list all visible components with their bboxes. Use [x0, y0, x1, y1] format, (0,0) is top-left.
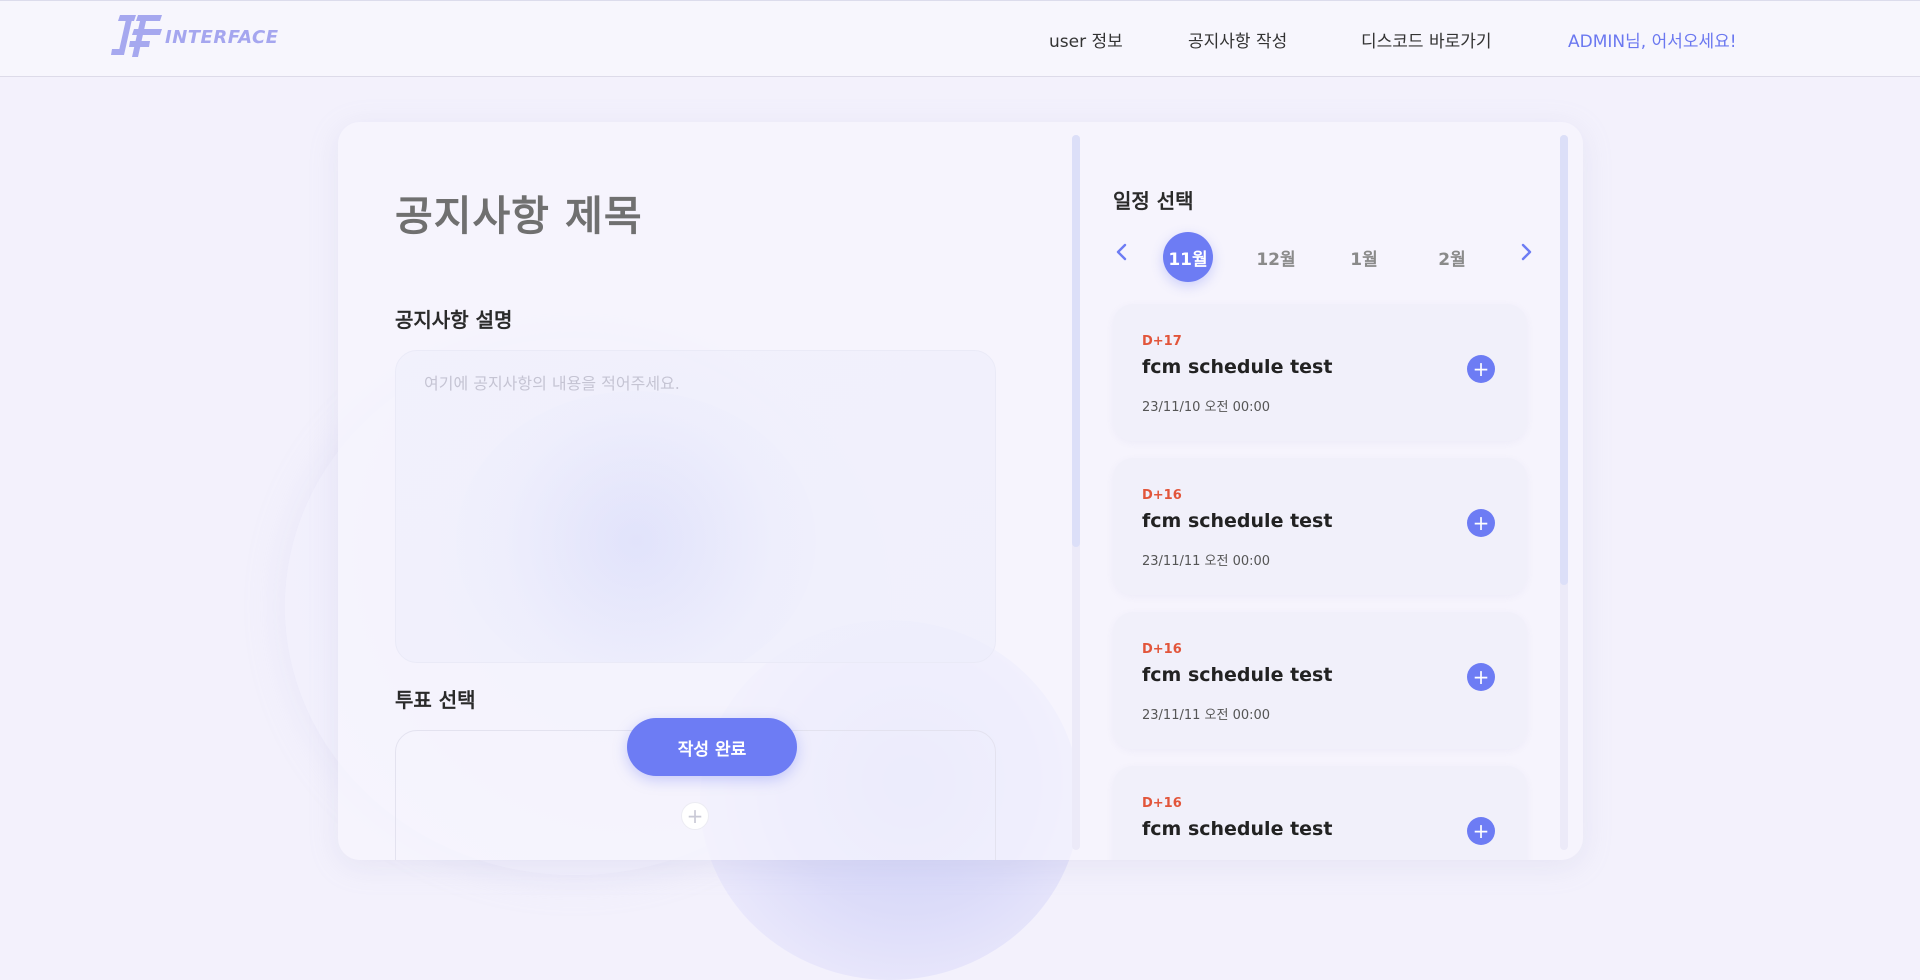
- schedule-title: fcm schedule test: [1142, 510, 1333, 532]
- logo-text: INTERFACE: [165, 27, 279, 48]
- add-schedule-button[interactable]: +: [1467, 509, 1495, 537]
- notice-title-input[interactable]: 공지사항 제목: [395, 182, 643, 242]
- month-tab-2[interactable]: 1월: [1339, 232, 1389, 282]
- schedule-item[interactable]: D+16 fcm schedule test 23/11/11 오전 00:00…: [1113, 458, 1527, 595]
- plus-icon: +: [1472, 819, 1490, 843]
- notice-form-card: 공지사항 제목 공지사항 설명 투표 선택 작성 완료 + 일정 선택 11월 …: [338, 122, 1583, 860]
- description-label: 공지사항 설명: [395, 308, 513, 332]
- add-schedule-button[interactable]: +: [1467, 663, 1495, 691]
- vote-label: 투표 선택: [395, 688, 476, 712]
- chevron-right-icon: [1521, 243, 1532, 261]
- nav-greeting[interactable]: ADMIN님, 어서오세요!: [1568, 27, 1737, 52]
- schedule-item[interactable]: D+16 fcm schedule test +: [1113, 766, 1527, 860]
- nav-write-notice[interactable]: 공지사항 작성: [1188, 27, 1287, 52]
- left-scrollbar-thumb[interactable]: [1072, 135, 1080, 547]
- left-scrollbar-track[interactable]: [1072, 135, 1080, 850]
- month-tab-3[interactable]: 2월: [1427, 232, 1477, 282]
- chevron-left-icon: [1116, 243, 1127, 261]
- schedule-dday: D+16: [1142, 488, 1182, 503]
- nav-discord-link[interactable]: 디스코드 바로가기: [1361, 27, 1492, 52]
- schedule-title: fcm schedule test: [1142, 818, 1333, 840]
- schedule-date: 23/11/11 오전 00:00: [1142, 554, 1271, 569]
- interface-logo-icon: [111, 15, 162, 57]
- plus-icon: +: [1472, 357, 1490, 381]
- description-box: [395, 350, 996, 663]
- right-scrollbar-track[interactable]: [1560, 135, 1568, 850]
- schedule-item[interactable]: D+16 fcm schedule test 23/11/11 오전 00:00…: [1113, 612, 1527, 749]
- plus-icon: +: [686, 804, 704, 828]
- add-vote-button[interactable]: +: [681, 802, 709, 830]
- plus-icon: +: [1472, 511, 1490, 535]
- schedule-date: 23/11/10 오전 00:00: [1142, 400, 1271, 415]
- schedule-title: fcm schedule test: [1142, 356, 1333, 378]
- schedule-title: fcm schedule test: [1142, 664, 1333, 686]
- schedule-date: 23/11/11 오전 00:00: [1142, 708, 1271, 723]
- next-month-button[interactable]: [1514, 240, 1538, 264]
- description-textarea[interactable]: [396, 351, 995, 662]
- month-tab-1[interactable]: 12월: [1251, 232, 1301, 282]
- plus-icon: +: [1472, 665, 1490, 689]
- nav-user-info[interactable]: user 정보: [1049, 27, 1123, 52]
- add-schedule-button[interactable]: +: [1467, 817, 1495, 845]
- schedule-dday: D+16: [1142, 642, 1182, 657]
- schedule-label: 일정 선택: [1113, 189, 1194, 213]
- schedule-dday: D+17: [1142, 334, 1182, 349]
- right-scrollbar-thumb[interactable]: [1560, 135, 1568, 585]
- schedule-item[interactable]: D+17 fcm schedule test 23/11/10 오전 00:00…: [1113, 304, 1527, 441]
- schedule-dday: D+16: [1142, 796, 1182, 811]
- prev-month-button[interactable]: [1110, 240, 1134, 264]
- month-tab-0[interactable]: 11월: [1163, 232, 1213, 282]
- submit-button[interactable]: 작성 완료: [627, 718, 797, 776]
- add-schedule-button[interactable]: +: [1467, 355, 1495, 383]
- interface-logo[interactable]: INTERFACE: [110, 11, 285, 63]
- top-header: INTERFACE user 정보 공지사항 작성 디스코드 바로가기 ADMI…: [0, 0, 1920, 77]
